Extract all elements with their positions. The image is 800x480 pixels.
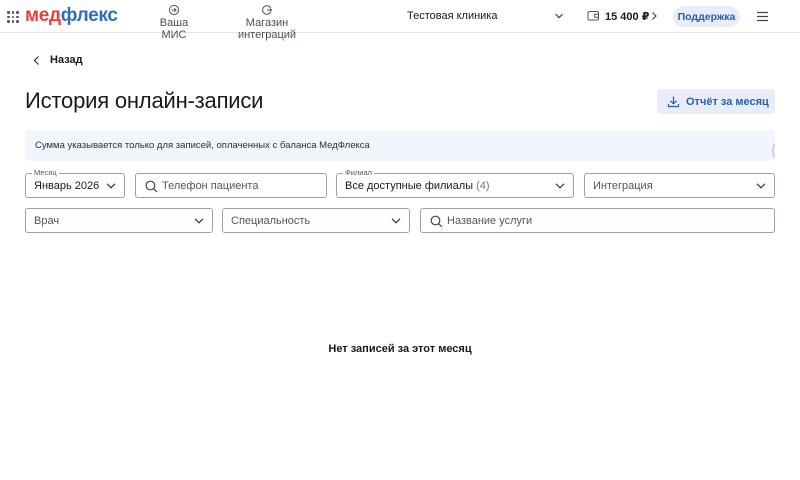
- support-button[interactable]: Поддержка: [673, 6, 740, 27]
- nav-your-mis[interactable]: Ваша МИС: [149, 4, 199, 41]
- search-icon: [430, 215, 443, 228]
- service-name-input[interactable]: [447, 213, 766, 229]
- nav-integrations-store-label: Магазин интеграций: [237, 17, 297, 41]
- info-icon: [772, 142, 775, 160]
- chevron-left-icon: [33, 55, 39, 65]
- back-link[interactable]: Назад: [33, 54, 83, 66]
- chevron-down-icon: [106, 183, 116, 189]
- chevron-down-icon: [391, 218, 401, 224]
- hamburger-menu-icon[interactable]: [756, 11, 769, 22]
- download-icon: [667, 96, 680, 108]
- patient-phone-input[interactable]: [162, 178, 318, 194]
- specialty-select[interactable]: Специальность: [222, 208, 410, 233]
- month-select[interactable]: Месяц Январь 2026: [25, 168, 125, 198]
- medflex-logo[interactable]: медфлекс: [25, 5, 118, 27]
- branch-select-label: Филиал: [343, 168, 375, 178]
- month-select-value: Январь 2026: [34, 180, 100, 192]
- balance-amount[interactable]: 15 400 ₽: [605, 10, 649, 23]
- integration-select[interactable]: Интеграция: [584, 173, 775, 198]
- chevron-down-icon: [555, 183, 565, 189]
- branch-select-value: Все доступные филиалы (4): [345, 180, 490, 192]
- login-icon: [168, 4, 180, 16]
- patient-phone-field[interactable]: [135, 173, 327, 198]
- search-icon: [145, 180, 158, 193]
- branch-count: (4): [476, 180, 490, 192]
- empty-state-message: Нет записей за этот месяц: [328, 343, 472, 355]
- chevron-down-icon: [756, 183, 766, 189]
- apps-grid-icon[interactable]: [7, 11, 19, 23]
- doctor-select[interactable]: Врач: [25, 208, 213, 233]
- integrations-icon: [262, 5, 273, 15]
- wallet-icon[interactable]: [587, 9, 600, 22]
- month-select-label: Месяц: [32, 168, 59, 178]
- info-banner: Сумма указывается только для записей, оп…: [25, 130, 775, 161]
- branch-value-text: Все доступные филиалы: [345, 180, 474, 192]
- top-header: медфлекс Ваша МИС Магазин интеграций Тес…: [0, 0, 800, 41]
- nav-your-mis-label: Ваша МИС: [159, 17, 189, 41]
- monthly-report-button[interactable]: Отчёт за месяц: [657, 89, 775, 114]
- chevron-down-icon[interactable]: [553, 10, 565, 22]
- chevron-right-icon[interactable]: [650, 11, 658, 21]
- chevron-down-icon: [194, 218, 204, 224]
- integration-select-placeholder: Интеграция: [593, 180, 653, 192]
- clinic-selector[interactable]: Тестовая клиника: [407, 10, 498, 22]
- specialty-select-placeholder: Специальность: [231, 215, 311, 227]
- branch-select[interactable]: Филиал Все доступные филиалы (4): [336, 168, 574, 198]
- service-name-field[interactable]: [420, 208, 775, 233]
- nav-integrations-store[interactable]: Магазин интеграций: [222, 4, 312, 41]
- info-banner-text: Сумма указывается только для записей, оп…: [35, 140, 370, 151]
- monthly-report-label: Отчёт за месяц: [686, 95, 769, 108]
- back-label: Назад: [50, 54, 83, 66]
- page-title: История онлайн-записи: [25, 88, 264, 113]
- doctor-select-placeholder: Врач: [34, 215, 60, 227]
